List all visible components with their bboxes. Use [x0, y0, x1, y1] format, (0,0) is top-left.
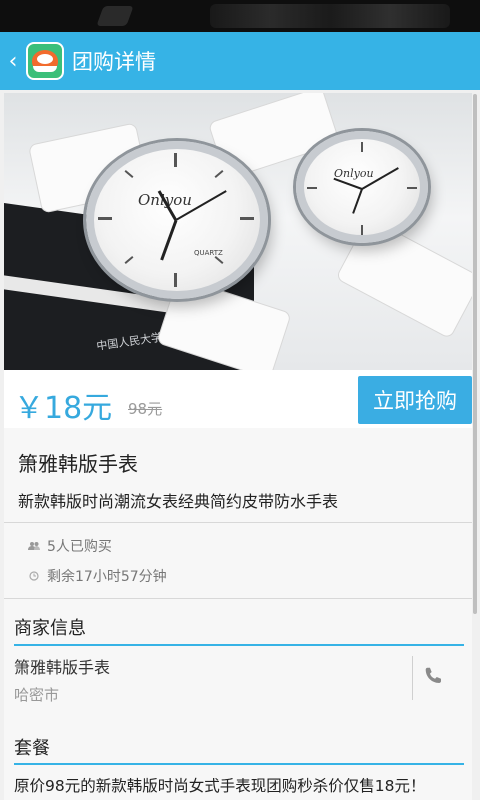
bought-label: 5人已购买: [47, 539, 112, 555]
chevron-left-icon: ‹: [8, 48, 18, 74]
status-bar: [0, 0, 480, 32]
large-watch: Onlyou QUARTZ: [86, 141, 268, 299]
product-image: 中国人民大学出版社 Onlyou QUARTZ: [4, 93, 472, 370]
back-button[interactable]: ‹: [0, 32, 26, 90]
divider: [4, 522, 472, 523]
status-bar-artifact: [96, 6, 134, 26]
merchant-city: 哈密市: [14, 686, 60, 704]
dial-text: QUARTZ: [194, 249, 223, 257]
small-watch: Onlyou: [296, 131, 428, 243]
page-title: 团购详情: [72, 50, 156, 74]
app-logo-icon: [26, 42, 64, 80]
product-name: 箫雅韩版手表: [18, 452, 138, 476]
divider: [412, 656, 413, 700]
original-price: 98元: [128, 400, 163, 418]
product-description: 新款韩版时尚潮流女表经典简约皮带防水手表: [18, 492, 339, 511]
buy-now-button[interactable]: 立即抢购: [358, 376, 472, 424]
scrollbar[interactable]: [473, 94, 477, 614]
remaining-label: 剩余17小时57分钟: [47, 569, 167, 585]
merchant-name[interactable]: 箫雅韩版手表: [14, 654, 110, 678]
section-underline: [14, 644, 464, 646]
time-remaining: 剩余17小时57分钟: [28, 566, 167, 586]
status-bar-artifact: [210, 4, 450, 28]
detail-content[interactable]: 中国人民大学出版社 Onlyou QUARTZ: [0, 90, 480, 800]
divider: [4, 598, 472, 599]
watch-brand: Onlyou: [334, 167, 374, 180]
merchant-section-title: 商家信息: [14, 618, 86, 639]
app-bar: ‹ 团购详情: [0, 32, 480, 90]
phone-icon[interactable]: [424, 666, 452, 694]
current-price: ￥18元: [14, 391, 113, 426]
section-underline: [14, 763, 464, 765]
package-description: 原价98元的新款韩版时尚女式手表现团购秒杀价仅售18元！: [14, 777, 426, 795]
clock-icon: [28, 570, 40, 582]
price-row: ￥18元 98元 立即抢购: [4, 370, 472, 428]
people-icon: [28, 540, 40, 552]
bought-count: 5人已购买: [28, 536, 112, 556]
package-section-title: 套餐: [14, 738, 50, 759]
